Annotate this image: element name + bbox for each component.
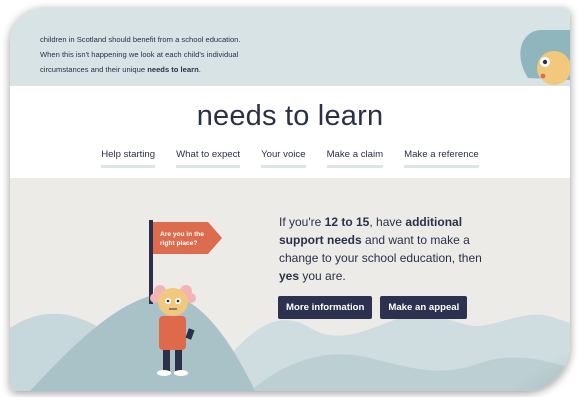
hero-section: Are you in the right place? If you're 12…: [10, 178, 570, 391]
top-banner: children in Scotland should benefit from…: [10, 8, 570, 86]
flag-line-2: right place?: [160, 240, 197, 247]
main-nav: Help starting What to expect Your voice …: [10, 149, 570, 168]
banner-face-illustration: [520, 30, 570, 85]
intro-text: children in Scotland should benefit from…: [40, 32, 340, 77]
hero-text-part-4: you are.: [299, 269, 346, 283]
more-information-button[interactable]: More information: [278, 296, 373, 319]
page-title: needs to learn: [196, 100, 384, 132]
flag-icon: [153, 222, 222, 254]
flag-pole: [149, 220, 153, 304]
nav-what-to-expect[interactable]: What to expect: [176, 149, 241, 168]
nav-make-a-claim[interactable]: Make a claim: [326, 149, 384, 168]
hero-text-part-2: , have: [369, 215, 406, 229]
nav-your-voice[interactable]: Your voice: [261, 149, 306, 168]
flag-line-1: Are you in the: [160, 231, 204, 238]
intro-needs-to-learn: needs to learn: [147, 65, 199, 74]
hero-buttons: More information Make an appeal: [278, 296, 468, 319]
make-an-appeal-button[interactable]: Make an appeal: [380, 296, 468, 319]
intro-line-1: children in Scotland should benefit from…: [40, 35, 241, 44]
hero-yes: yes: [279, 269, 300, 283]
intro-line-3: circumstances and their unique needs to …: [40, 62, 340, 77]
hero-text-part-1: If you're: [279, 215, 325, 229]
page-frame: children in Scotland should benefit from…: [10, 8, 570, 391]
intro-line-3-end: .: [198, 65, 201, 74]
hero-age-range: 12 to 15: [324, 215, 370, 229]
nav-make-a-reference[interactable]: Make a reference: [404, 149, 479, 168]
intro-line-3-start: circumstances and their unique: [40, 65, 148, 74]
nav-help-starting[interactable]: Help starting: [101, 149, 156, 168]
intro-line-2: When this isn't happening we look at eac…: [40, 50, 239, 59]
hero-text: If you're 12 to 15, have additional supp…: [279, 213, 489, 285]
